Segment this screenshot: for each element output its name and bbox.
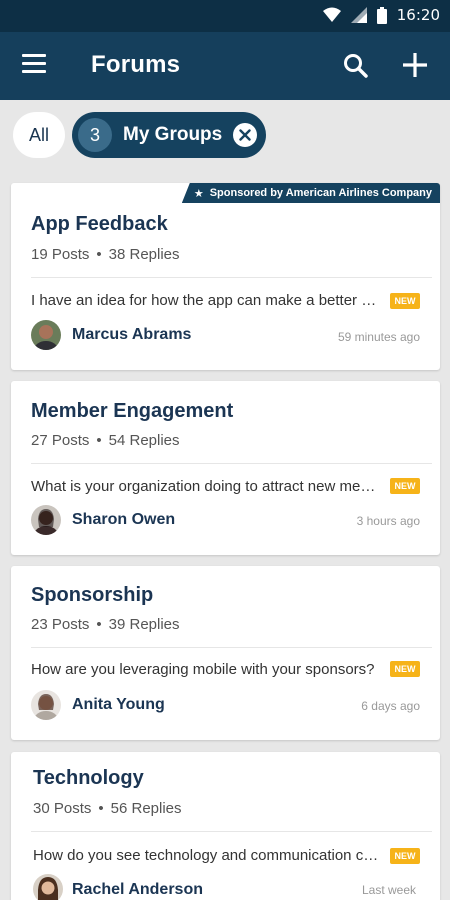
forum-stats: 30 Posts • 56 Replies <box>33 800 182 817</box>
forum-stats: 27 Posts • 54 Replies <box>31 432 180 449</box>
battery-icon <box>376 6 387 24</box>
wifi-icon <box>322 7 341 22</box>
page-title: Forums <box>91 51 181 78</box>
filter-bar: All 3 My Groups <box>0 100 450 172</box>
author-name[interactable]: Sharon Owen <box>72 511 175 529</box>
post-time: 3 hours ago <box>356 514 420 528</box>
filter-my-groups-label: My Groups <box>123 124 223 145</box>
add-icon <box>403 53 427 77</box>
menu-icon <box>22 54 46 57</box>
divider <box>31 277 432 278</box>
filter-all-chip[interactable]: All <box>13 112 65 158</box>
forum-stats: 23 Posts • 39 Replies <box>31 616 180 633</box>
separator-dot: • <box>96 432 102 449</box>
post-time: 59 minutes ago <box>337 330 420 344</box>
post-preview[interactable]: What is your organization doing to attra… <box>31 478 383 495</box>
post-preview[interactable]: How do you see technology and communicat… <box>33 847 385 864</box>
separator-dot: • <box>96 246 102 263</box>
divider <box>31 647 432 648</box>
author-name[interactable]: Marcus Abrams <box>72 326 191 344</box>
forum-title: Sponsorship <box>31 584 154 606</box>
reply-count: 39 Replies <box>108 616 180 633</box>
forum-card[interactable]: Sponsorship 23 Posts • 39 Replies How are … <box>11 566 440 740</box>
post-preview[interactable]: How are you leveraging mobile with your … <box>31 661 383 678</box>
forum-stats: 19 Posts • 38 Replies <box>31 246 180 263</box>
filter-my-groups-chip[interactable]: 3 My Groups <box>72 112 266 158</box>
post-count: 19 Posts <box>31 246 90 263</box>
post-time: 6 days ago <box>361 699 420 713</box>
search-button[interactable] <box>342 52 370 80</box>
separator-dot: • <box>96 616 102 633</box>
avatar <box>33 874 63 900</box>
avatar <box>31 505 61 535</box>
menu-icon-bar <box>22 70 46 73</box>
reply-count: 54 Replies <box>108 432 180 449</box>
new-badge: NEW <box>390 661 420 677</box>
sponsored-banner: ★ Sponsored by American Airlines Company <box>181 183 440 203</box>
forum-title: App Feedback <box>31 213 168 235</box>
author-name[interactable]: Rachel Anderson <box>72 881 203 899</box>
avatar-image <box>33 874 63 900</box>
post-count: 27 Posts <box>31 432 90 449</box>
divider <box>31 463 432 464</box>
status-bar: 16:20 <box>0 0 450 32</box>
post-time: Last week <box>361 883 416 897</box>
forum-card[interactable]: Technology 30 Posts • 56 Replies How do yo… <box>11 752 440 900</box>
forum-title: Member Engagement <box>31 400 234 422</box>
new-badge: NEW <box>390 478 420 494</box>
post-count: 23 Posts <box>31 616 90 633</box>
new-badge: NEW <box>390 293 420 309</box>
menu-icon-bar <box>22 62 46 65</box>
signal-icon <box>350 7 367 23</box>
post-preview[interactable]: I have an idea for how the app can make … <box>31 292 383 309</box>
forum-card[interactable]: Member Engagement 27 Posts • 54 Replies Wh… <box>11 381 440 555</box>
status-time: 16:20 <box>396 6 440 24</box>
post-count: 30 Posts <box>33 800 92 817</box>
avatar-image <box>31 690 61 720</box>
clear-filter-button[interactable] <box>233 123 257 147</box>
divider <box>31 831 432 832</box>
reply-count: 56 Replies <box>110 800 182 817</box>
new-badge: NEW <box>390 848 420 864</box>
avatar-image <box>31 320 61 350</box>
avatar <box>31 320 61 350</box>
groups-count-badge: 3 <box>78 118 112 152</box>
menu-button[interactable] <box>22 54 48 76</box>
forum-title: Technology <box>33 767 144 789</box>
filter-all-label: All <box>28 124 49 145</box>
reply-count: 38 Replies <box>108 246 180 263</box>
forum-card[interactable]: ★ Sponsored by American Airlines Company… <box>11 183 440 370</box>
author-name[interactable]: Anita Young <box>72 696 165 714</box>
app-bar: Forums <box>0 32 450 100</box>
close-icon <box>239 129 251 141</box>
sponsor-label: Sponsored by American Airlines Company <box>209 187 432 199</box>
groups-count: 3 <box>89 124 100 145</box>
separator-dot: • <box>98 800 104 817</box>
add-button[interactable] <box>400 50 430 80</box>
status-icons: 16:20 <box>322 6 440 24</box>
search-icon <box>344 54 368 78</box>
avatar <box>31 690 61 720</box>
star-icon: ★ <box>193 187 204 200</box>
avatar-image <box>31 505 61 535</box>
